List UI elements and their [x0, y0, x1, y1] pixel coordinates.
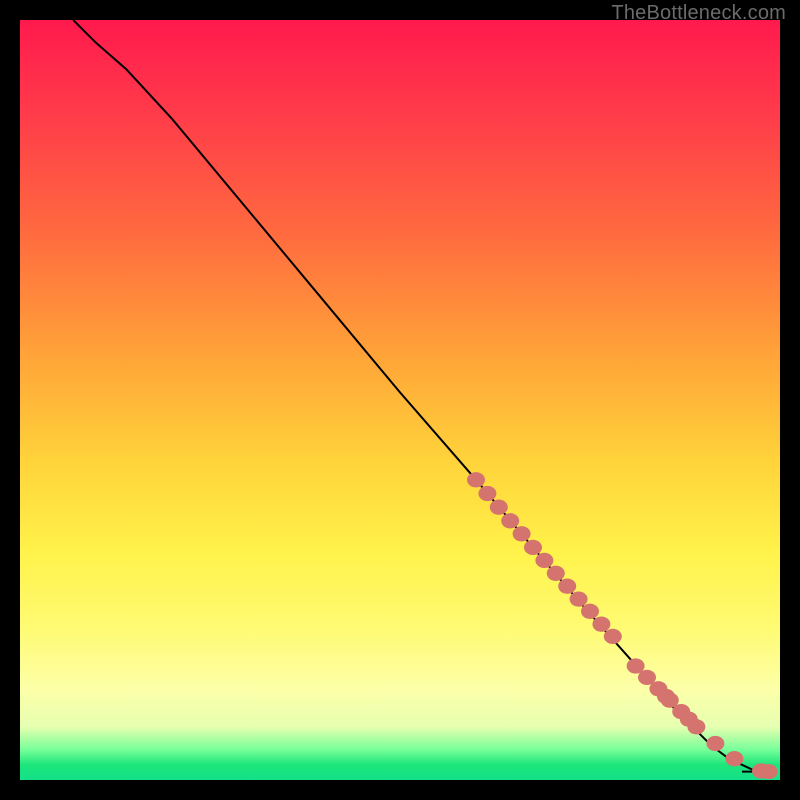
marker-dot [478, 486, 496, 501]
marker-dot [490, 500, 508, 515]
plot-area [20, 20, 780, 780]
marker-dot [467, 472, 485, 487]
marker-dot [513, 526, 531, 541]
marker-dot [535, 553, 553, 568]
marker-group [467, 472, 778, 779]
bottleneck-curve [73, 20, 765, 772]
marker-dot [501, 513, 519, 528]
chart-frame: TheBottleneck.com [0, 0, 800, 800]
marker-dot [725, 751, 743, 766]
marker-dot [706, 736, 724, 751]
marker-dot [524, 540, 542, 555]
marker-dot [760, 764, 778, 779]
marker-dot [558, 579, 576, 594]
chart-svg [20, 20, 780, 780]
marker-dot [604, 629, 622, 644]
marker-dot [687, 719, 705, 734]
marker-dot [592, 617, 610, 632]
marker-dot [547, 566, 565, 581]
marker-dot [570, 591, 588, 606]
marker-dot [581, 604, 599, 619]
